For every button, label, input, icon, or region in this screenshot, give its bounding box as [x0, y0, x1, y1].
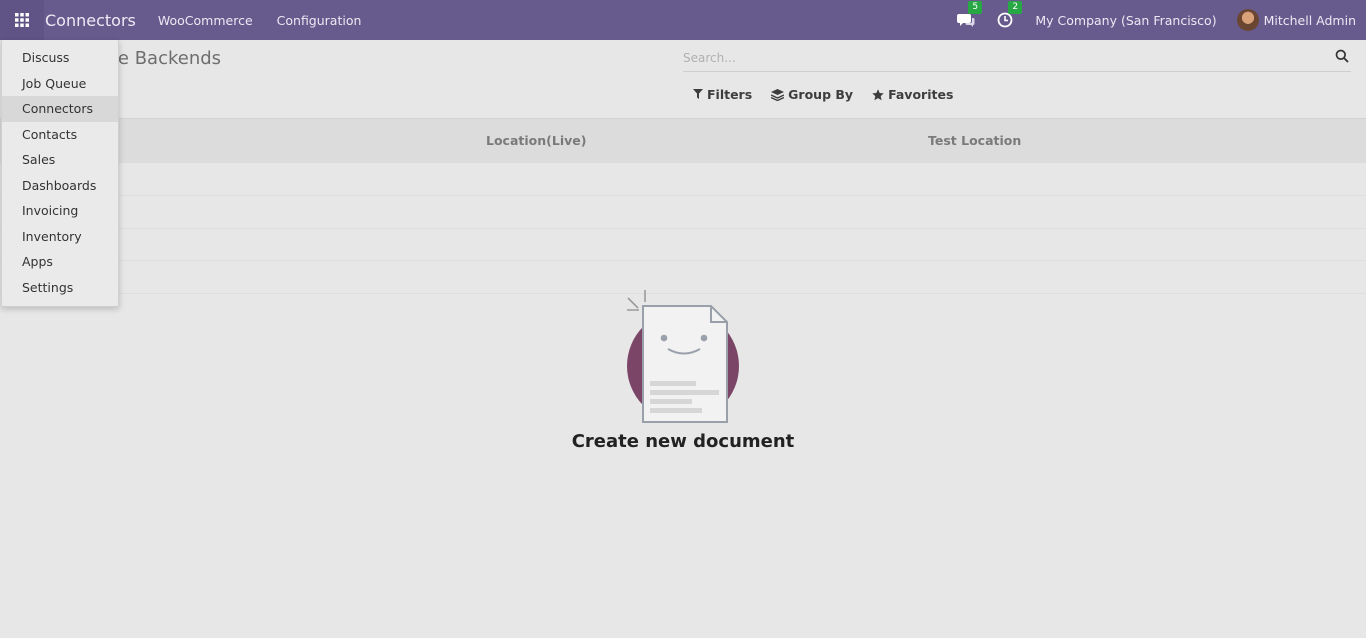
apps-item-contacts[interactable]: Contacts	[2, 122, 118, 148]
apps-menu-button[interactable]	[0, 0, 44, 40]
grid-icon	[15, 13, 29, 27]
page-title: rce Backends	[101, 48, 222, 69]
apps-item-discuss[interactable]: Discuss	[2, 45, 118, 71]
search-bar	[683, 46, 1351, 72]
groupby-label: Group By	[788, 87, 854, 102]
list-header: Location(Live) Test Location	[0, 118, 1366, 163]
clock-icon	[997, 12, 1013, 28]
smiling-document-icon	[627, 290, 739, 423]
search-input[interactable]	[683, 46, 1323, 70]
app-title[interactable]: Connectors	[45, 11, 136, 30]
empty-state-title: Create new document	[571, 431, 795, 452]
apps-item-settings[interactable]: Settings	[2, 275, 118, 301]
layers-icon	[771, 88, 785, 101]
menu-woocommerce[interactable]: WooCommerce	[158, 13, 253, 28]
apps-dropdown-menu: Discuss Job Queue Connectors Contacts Sa…	[1, 40, 119, 307]
navbar-systray: 5 2 My Company (San Francisco) Mitchell …	[957, 0, 1356, 40]
company-switcher[interactable]: My Company (San Francisco)	[1035, 13, 1216, 28]
empty-state-helper: Create new document	[0, 163, 1366, 638]
user-menu[interactable]: Mitchell Admin	[1236, 9, 1356, 31]
search-icon[interactable]	[1335, 49, 1349, 63]
user-name: Mitchell Admin	[1263, 12, 1356, 28]
apps-item-invoicing[interactable]: Invoicing	[2, 198, 118, 224]
apps-item-sales[interactable]: Sales	[2, 147, 118, 173]
avatar	[1236, 9, 1259, 31]
messages-button[interactable]: 5	[957, 1, 983, 28]
star-icon	[872, 88, 884, 100]
top-navbar: Connectors WooCommerce Configuration 5 2…	[0, 0, 1366, 40]
column-header-location-live[interactable]: Location(Live)	[486, 133, 586, 148]
apps-item-job-queue[interactable]: Job Queue	[2, 71, 118, 97]
filter-icon	[693, 89, 703, 99]
menu-configuration[interactable]: Configuration	[277, 13, 362, 28]
filters-button[interactable]: Filters	[693, 87, 752, 102]
apps-item-inventory[interactable]: Inventory	[2, 224, 118, 250]
filters-label: Filters	[707, 87, 753, 102]
activities-count-badge: 2	[1008, 1, 1023, 14]
apps-item-dashboards[interactable]: Dashboards	[2, 173, 118, 199]
apps-item-apps[interactable]: Apps	[2, 249, 118, 275]
activities-button[interactable]: 2	[997, 1, 1023, 28]
column-header-test-location[interactable]: Test Location	[928, 133, 1021, 148]
favorites-label: Favorites	[888, 87, 954, 102]
chat-icon	[957, 14, 975, 27]
search-options: Filters Group By Favorites	[693, 87, 972, 102]
groupby-button[interactable]: Group By	[771, 87, 853, 102]
apps-item-connectors[interactable]: Connectors	[2, 96, 118, 122]
messages-count-badge: 5	[968, 1, 983, 14]
control-panel: rce Backends Filters Group By Fa	[0, 40, 1366, 118]
favorites-button[interactable]: Favorites	[872, 87, 953, 102]
